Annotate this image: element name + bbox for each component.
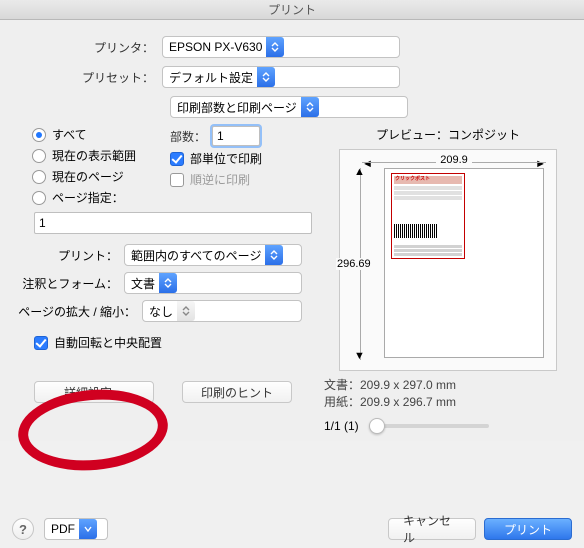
doc-info: 文書：209.9 x 297.0 mm [324,377,572,394]
page-range-input[interactable]: 1 [34,212,312,234]
help-button[interactable]: ? [12,518,34,540]
reverse-label: 順逆に印刷 [190,171,250,188]
annot-form-select[interactable]: 文書 [124,272,302,294]
cancel-button[interactable]: キャンセル [388,518,476,540]
preset-select[interactable]: デフォルト設定 [162,66,400,88]
advanced-button[interactable]: 詳細設定… [34,381,154,403]
page-indicator: 1/1 (1) [324,419,359,433]
auto-rotate-label: 自動回転と中央配置 [54,334,162,351]
print-select[interactable]: 範囲内のすべてのページ [124,244,302,266]
preview-frame: ◄ 209.9 ► ▲ 296.69 ▼ クリックポスト [339,149,557,371]
collate-label: 部単位で印刷 [190,150,262,167]
radio-range[interactable] [32,191,46,205]
chevron-updown-icon [177,301,195,321]
window-titlebar: プリント [0,0,584,20]
chevron-updown-icon [266,37,284,57]
page-slider[interactable] [369,424,489,428]
print-button[interactable]: プリント [484,518,572,540]
radio-current-page[interactable] [32,170,46,184]
paper-info: 用紙：209.9 x 296.7 mm [324,394,572,411]
window-title: プリント [268,1,316,18]
preview-page: クリックポスト [384,168,544,358]
radio-current-view[interactable] [32,149,46,163]
preview-label-content: クリックポスト [391,173,465,259]
print-hint-button[interactable]: 印刷のヒント [182,381,292,403]
chevron-updown-icon [257,67,275,87]
auto-rotate-checkbox[interactable] [34,336,48,350]
copies-label: 部数： [170,128,206,145]
print-select-label: プリント： [12,247,124,264]
chevron-updown-icon [301,97,319,117]
preset-label: プリセット： [12,69,162,86]
pdf-menu[interactable]: PDF [44,518,108,540]
chevron-down-icon [79,519,97,539]
collate-checkbox[interactable] [170,152,184,166]
preview-height: 296.69 [336,258,372,270]
annot-form-label: 注釈とフォーム： [12,275,124,292]
radio-current-page-label: 現在のページ [52,168,124,185]
slider-thumb[interactable] [369,418,385,434]
chevron-updown-icon [265,245,283,265]
section-select[interactable]: 印刷部数と印刷ページ [170,96,408,118]
scale-select[interactable]: なし [142,300,302,322]
radio-range-label: ページ指定： [52,189,124,206]
radio-current-view-label: 現在の表示範囲 [52,147,136,164]
chevron-updown-icon [159,273,177,293]
copies-input[interactable]: 1 [212,126,260,146]
preview-width: 209.9 [436,154,472,166]
printer-label: プリンタ： [12,39,162,56]
reverse-checkbox[interactable] [170,173,184,187]
preview-title: プレビュー：コンポジット [324,126,572,143]
radio-all[interactable] [32,128,46,142]
radio-all-label: すべて [52,126,87,143]
printer-select[interactable]: EPSON PX-V630 [162,36,400,58]
scale-label: ページの拡大 / 縮小： [12,303,142,320]
